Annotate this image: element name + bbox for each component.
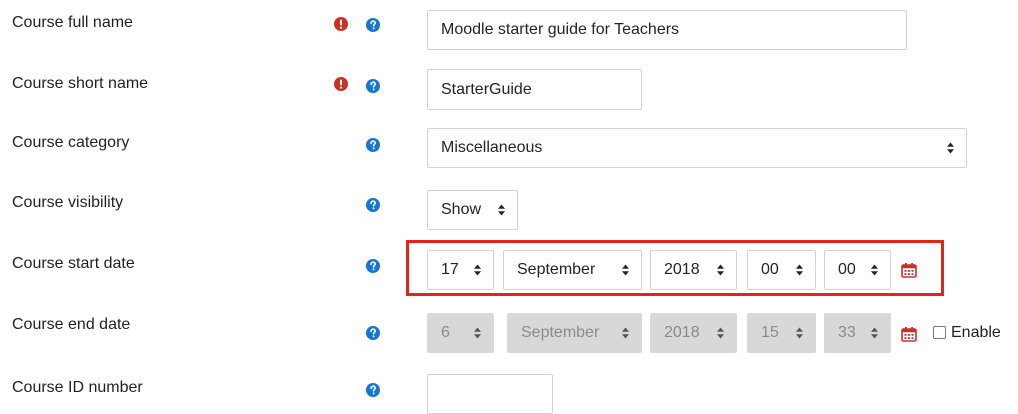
row-course-short-name: Course short name StarterGuide (0, 60, 1018, 110)
required-icon (334, 17, 348, 31)
start-date-month-value: September (517, 261, 596, 278)
calendar-icon[interactable] (901, 326, 917, 342)
row-course-visibility: Course visibility Show (0, 180, 1018, 230)
course-visibility-select[interactable]: Show (427, 190, 518, 230)
select-caret-icon (871, 327, 878, 339)
select-caret-icon (796, 327, 803, 339)
help-icon[interactable] (366, 198, 380, 212)
help-icon[interactable] (366, 18, 380, 32)
course-id-number-label: Course ID number (12, 379, 143, 396)
start-date-minute-value: 00 (838, 261, 856, 278)
start-date-year-value: 2018 (664, 261, 700, 278)
end-date-year-select: 2018 (650, 313, 737, 353)
end-date-month-select: September (507, 313, 642, 353)
course-start-date-label: Course start date (12, 255, 135, 272)
end-date-minute-select: 33 (824, 313, 891, 353)
start-date-day-value: 17 (441, 261, 459, 278)
end-date-day-value: 6 (441, 324, 450, 341)
row-course-category: Course category Miscellaneous (0, 120, 1018, 168)
select-caret-icon (622, 264, 629, 276)
course-end-date-label: Course end date (12, 316, 131, 333)
select-caret-icon (717, 327, 724, 339)
end-date-year-value: 2018 (664, 324, 700, 341)
help-icon[interactable] (366, 383, 380, 397)
help-icon[interactable] (366, 138, 380, 152)
course-id-number-input[interactable] (427, 374, 553, 414)
start-date-minute-select[interactable]: 00 (824, 250, 891, 290)
calendar-icon[interactable] (901, 262, 917, 278)
end-date-minute-value: 33 (838, 324, 856, 341)
course-visibility-value: Show (441, 201, 482, 218)
course-category-value: Miscellaneous (441, 139, 543, 156)
end-date-month-value: September (521, 324, 600, 341)
start-date-day-select[interactable]: 17 (427, 250, 494, 290)
select-caret-icon (796, 264, 803, 276)
help-icon[interactable] (366, 326, 380, 340)
end-date-day-select: 6 (427, 313, 494, 353)
select-caret-icon (474, 327, 481, 339)
end-date-enable-label[interactable]: Enable (951, 324, 1001, 342)
course-full-name-label: Course full name (12, 14, 133, 31)
course-short-name-input[interactable]: StarterGuide (427, 69, 642, 110)
start-date-hour-value: 00 (761, 261, 779, 278)
course-category-label: Course category (12, 134, 130, 151)
select-caret-icon (474, 264, 481, 276)
end-date-enable-checkbox[interactable] (933, 326, 946, 339)
help-icon[interactable] (366, 79, 380, 93)
start-date-month-select[interactable]: September (503, 250, 642, 290)
course-visibility-label: Course visibility (12, 194, 124, 211)
start-date-hour-select[interactable]: 00 (747, 250, 816, 290)
start-date-year-select[interactable]: 2018 (650, 250, 737, 290)
select-caret-icon (622, 327, 629, 339)
row-course-id-number: Course ID number (0, 364, 1018, 414)
required-icon (334, 77, 348, 91)
end-date-hour-select: 15 (747, 313, 816, 353)
select-caret-icon (871, 264, 878, 276)
select-caret-icon (947, 142, 954, 154)
select-caret-icon (498, 204, 505, 216)
course-short-name-label: Course short name (12, 75, 149, 92)
select-caret-icon (717, 264, 724, 276)
course-full-name-input[interactable]: Moodle starter guide for Teachers (427, 10, 907, 50)
course-category-select[interactable]: Miscellaneous (427, 128, 967, 168)
help-icon[interactable] (366, 259, 380, 273)
row-course-full-name: Course full name Moodle starter guide fo… (0, 0, 1018, 50)
end-date-hour-value: 15 (761, 324, 779, 341)
